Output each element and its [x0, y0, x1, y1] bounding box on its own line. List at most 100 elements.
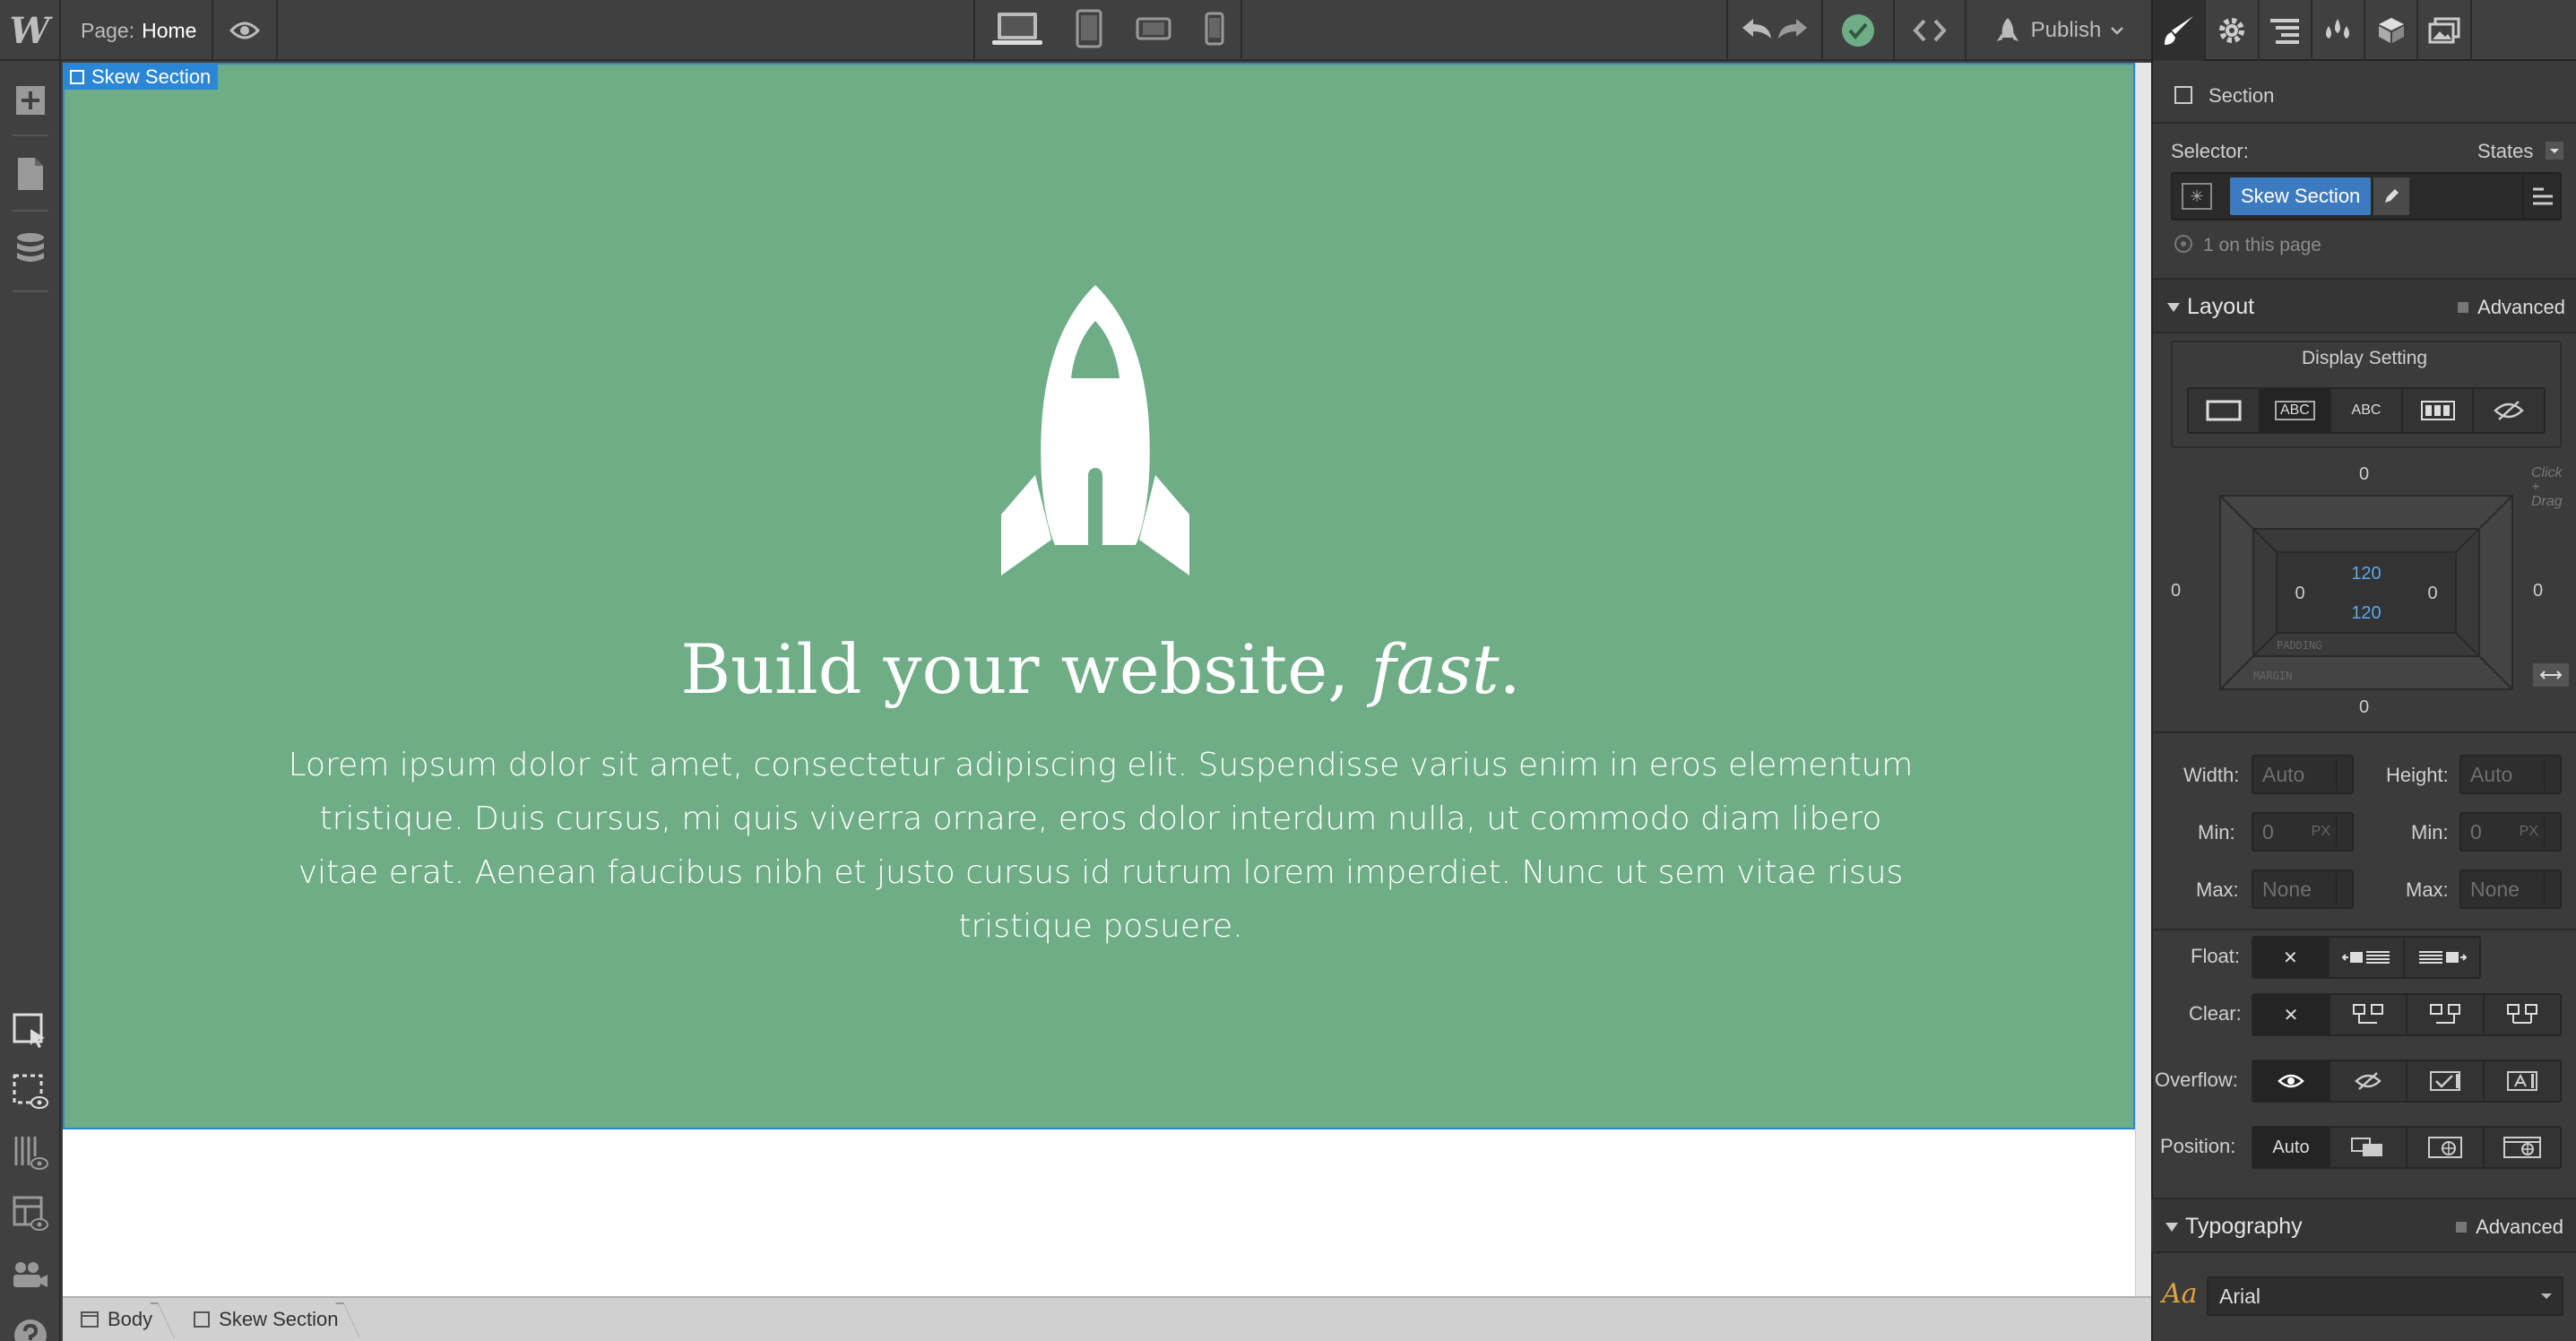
page-icon — [18, 158, 43, 190]
code-export-button[interactable] — [1895, 0, 1967, 61]
display-setting-label: Display Setting — [2302, 348, 2428, 368]
webflow-logo[interactable]: W — [0, 0, 61, 61]
undo-icon[interactable] — [1739, 15, 1775, 47]
overflow-hidden-button[interactable] — [2330, 1061, 2407, 1101]
font-family-select[interactable]: Arial — [2207, 1276, 2563, 1316]
clear-right-icon — [2430, 1004, 2460, 1024]
float-left-icon — [2341, 951, 2390, 964]
add-elements-button[interactable] — [0, 70, 61, 131]
mobile-portrait-icon[interactable] — [1205, 12, 1224, 50]
position-fixed-button[interactable] — [2485, 1128, 2560, 1167]
body-icon — [81, 1311, 99, 1328]
breadcrumb-label: Skew Section — [219, 1308, 339, 1330]
section-icon — [70, 70, 84, 84]
hero-headline[interactable]: Build your website, fast. — [65, 629, 2135, 709]
display-inline-block-button[interactable]: ABC — [2260, 389, 2332, 432]
breadcrumb-body[interactable]: Body — [63, 1297, 176, 1341]
overflow-visible-button[interactable] — [2253, 1061, 2330, 1101]
float-right-icon — [2418, 951, 2468, 964]
tab-assets[interactable] — [2418, 0, 2472, 61]
layout-section-header[interactable]: Layout Advanced — [2153, 278, 2576, 333]
selector-menu-button[interactable] — [2522, 172, 2562, 221]
tab-symbols[interactable] — [2365, 0, 2419, 61]
headline-emphasis: fast — [1370, 629, 1500, 709]
display-flex-button[interactable] — [2403, 389, 2475, 432]
pages-button[interactable] — [0, 143, 61, 204]
publish-button[interactable]: Publish — [1967, 0, 2151, 61]
droplets-icon — [2326, 19, 2350, 39]
clear-both-button[interactable] — [2485, 995, 2560, 1034]
element-type: Section — [2209, 84, 2275, 107]
headline-text: Build your website, — [680, 629, 1371, 709]
tablet-icon[interactable] — [1076, 9, 1102, 53]
saved-status[interactable] — [1823, 0, 1895, 61]
cms-button[interactable] — [0, 219, 61, 280]
inline-block-label: ABC — [2274, 401, 2315, 420]
fixed-icon — [2503, 1137, 2541, 1158]
show-hidden-button[interactable] — [0, 1061, 61, 1122]
design-canvas[interactable]: Skew Section Build your website, fast. L… — [63, 63, 2135, 1296]
mobile-landscape-icon[interactable] — [1136, 17, 1171, 45]
skew-section[interactable]: Skew Section Build your website, fast. L… — [63, 63, 2135, 1129]
help-button[interactable] — [0, 1305, 61, 1341]
question-circle-icon — [14, 1319, 47, 1341]
preview-button[interactable] — [213, 0, 278, 61]
video-tutorials-button[interactable] — [0, 1244, 61, 1305]
block-icon — [2206, 400, 2242, 421]
auto-scroll-icon — [2507, 1071, 2537, 1091]
eye-icon — [2278, 1074, 2304, 1088]
margin-right-value[interactable]: 0 — [2533, 581, 2543, 601]
target-icon — [2174, 235, 2192, 253]
selected-element-tag[interactable]: Skew Section — [65, 65, 219, 90]
position-auto-button[interactable]: Auto — [2253, 1128, 2330, 1167]
dashed-eye-icon — [13, 1074, 48, 1109]
position-absolute-button[interactable] — [2407, 1128, 2485, 1167]
top-toolbar: W Page: Home Publish — [0, 0, 2151, 61]
page-selector[interactable]: Page: Home — [61, 0, 213, 61]
asterisk-icon: ✳ — [2182, 183, 2212, 210]
margin-label: MARGIN — [2253, 670, 2292, 682]
overflow-auto-button[interactable] — [2485, 1061, 2560, 1101]
clear-left-button[interactable] — [2330, 995, 2407, 1034]
display-block-button[interactable] — [2189, 389, 2260, 432]
hero-paragraph[interactable]: Lorem ipsum dolor sit amet, consectetur … — [280, 739, 1922, 954]
tab-style[interactable] — [2153, 0, 2207, 61]
clear-none-button[interactable]: ✕ — [2253, 995, 2330, 1034]
breadcrumb-skew-section[interactable]: Skew Section — [176, 1297, 361, 1341]
position-relative-button[interactable] — [2330, 1128, 2407, 1167]
tab-style-manager[interactable] — [2312, 0, 2365, 61]
tab-settings[interactable] — [2206, 0, 2260, 61]
redo-icon[interactable] — [1775, 15, 1811, 47]
float-none-button[interactable]: ✕ — [2253, 938, 2330, 977]
selector-class-chip[interactable]: Skew Section — [2230, 177, 2372, 215]
section-icon — [2174, 86, 2192, 104]
select-element-button[interactable] — [0, 1000, 61, 1061]
breadcrumb-label: Body — [108, 1308, 153, 1330]
states-dropdown[interactable] — [2546, 142, 2563, 160]
box-model-editor[interactable]: MARGIN PADDING 120 120 0 0 — [2219, 495, 2513, 690]
desktop-icon[interactable] — [991, 11, 1042, 51]
clear-both-icon — [2507, 1004, 2537, 1024]
guides-button[interactable] — [0, 1183, 61, 1244]
margin-left-value[interactable]: 0 — [2171, 581, 2181, 601]
margin-bottom-value[interactable]: 0 — [2359, 697, 2369, 718]
tab-navigator[interactable] — [2260, 0, 2312, 61]
canvas-scrollbar[interactable] — [2135, 63, 2151, 1296]
float-right-button[interactable] — [2405, 938, 2479, 977]
font-family-value: Arial — [2219, 1284, 2261, 1308]
grid-overlay-button[interactable] — [0, 1122, 61, 1183]
clear-right-button[interactable] — [2407, 995, 2485, 1034]
gear-icon — [2218, 18, 2244, 43]
overflow-scroll-button[interactable] — [2407, 1061, 2485, 1101]
box-model-expand-button[interactable] — [2533, 663, 2569, 687]
float-left-button[interactable] — [2330, 938, 2406, 977]
clear-buttons: ✕ — [2252, 993, 2562, 1036]
edit-class-button[interactable] — [2373, 177, 2409, 215]
states-label[interactable]: States — [2477, 140, 2533, 163]
display-none-button[interactable] — [2474, 389, 2544, 432]
margin-top-value[interactable]: 0 — [2359, 464, 2369, 485]
layout-advanced-toggle[interactable]: Advanced — [2458, 296, 2565, 319]
display-inline-button[interactable]: ABC — [2331, 389, 2403, 432]
images-icon — [2428, 17, 2460, 44]
undo-redo — [1726, 0, 1823, 61]
